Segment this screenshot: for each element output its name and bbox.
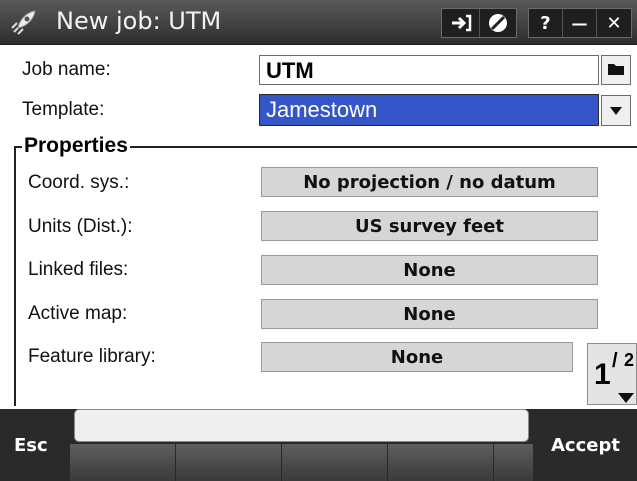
job-name-label: Job name: (22, 59, 111, 80)
template-select[interactable]: Jamestown (259, 94, 599, 126)
coord-sys-button[interactable]: No projection / no datum (261, 167, 598, 197)
rocket-icon[interactable] (8, 8, 38, 38)
arrow-down-icon (618, 388, 634, 407)
linked-files-button[interactable]: None (261, 255, 598, 285)
page-current: 1 (594, 358, 611, 391)
window-controls: ? — ✕ (528, 8, 632, 38)
active-map-button[interactable]: None (261, 299, 598, 329)
softkey-slot-1[interactable] (70, 444, 176, 481)
window-title: New job: UTM (56, 7, 222, 35)
help-icon[interactable]: ? (529, 9, 563, 37)
page-total: 2 (624, 350, 635, 370)
template-dropdown-button[interactable] (601, 95, 631, 126)
job-name-input[interactable]: UTM (259, 55, 599, 85)
status-field (74, 409, 529, 442)
page-separator: / (612, 350, 618, 372)
minimize-icon[interactable]: — (563, 9, 597, 37)
title-bar: New job: UTM ? — ✕ (0, 0, 637, 45)
arrow-right-icon[interactable] (442, 9, 480, 37)
folder-icon (607, 61, 625, 80)
chevron-down-icon (609, 101, 623, 120)
esc-button[interactable]: Esc (0, 409, 70, 481)
close-icon[interactable]: ✕ (597, 9, 631, 37)
units-button[interactable]: US survey feet (261, 211, 598, 241)
softkey-slot-2[interactable] (176, 444, 282, 481)
softkey-slot-4[interactable] (388, 444, 494, 481)
active-map-label: Active map: (28, 303, 128, 324)
units-label: Units (Dist.): (28, 216, 133, 237)
feature-library-button[interactable]: None (261, 342, 573, 372)
page-down-button[interactable]: 1 / 2 (587, 343, 637, 405)
template-label: Template: (22, 99, 105, 120)
title-action-group (441, 8, 517, 38)
coord-sys-label: Coord. sys.: (28, 172, 130, 193)
properties-title: Properties (22, 134, 130, 158)
accept-button[interactable]: Accept (534, 409, 637, 481)
softkey-slot-5[interactable] (494, 444, 534, 481)
folder-button[interactable] (601, 55, 631, 85)
linked-files-label: Linked files: (28, 259, 129, 280)
softkey-slot-3[interactable] (282, 444, 388, 481)
feature-library-label: Feature library: (28, 346, 156, 367)
cancel-icon[interactable] (480, 9, 516, 37)
